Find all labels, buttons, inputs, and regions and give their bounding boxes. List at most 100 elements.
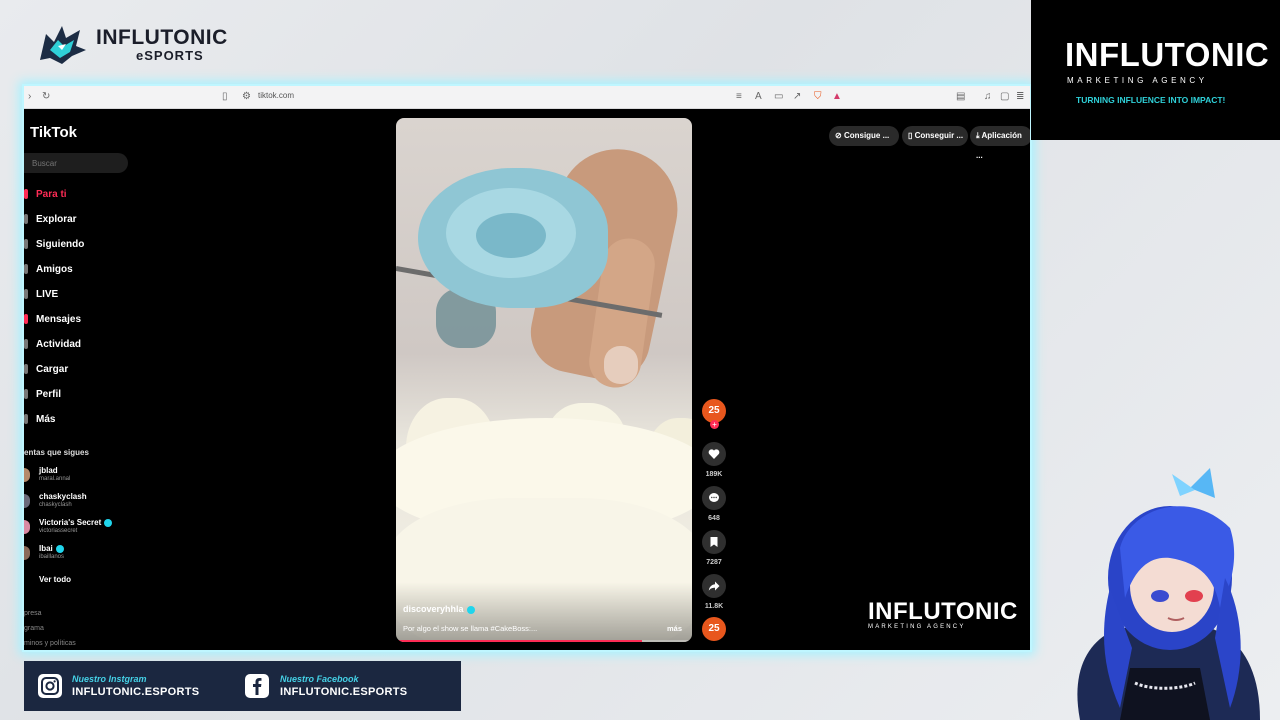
brave-shield-icon[interactable]: ⛉: [814, 91, 822, 103]
nav-item-actividad[interactable]: Actividad: [24, 338, 184, 358]
comment-icon: [709, 493, 719, 502]
share-arrow-icon: [708, 581, 720, 591]
facebook-icon: [245, 674, 269, 698]
media-icon[interactable]: ♫: [984, 91, 992, 103]
footer-link[interactable]: grama: [24, 625, 44, 632]
agency-title: INFLUTONIC: [1065, 36, 1270, 73]
nav-item-cargar[interactable]: Cargar: [24, 363, 184, 383]
address-bar[interactable]: tiktok.com: [258, 91, 294, 100]
sound-label: 25: [708, 623, 720, 634]
nav-item-para-ti[interactable]: Para ti: [24, 188, 184, 208]
nav-label: Perfil: [36, 389, 62, 400]
browser-window: › ↻ ▯ ⚙ tiktok.com ≡ A ▭ ↗ ⛉ ▲ ▤ ♫ ▢ ≣ T…: [22, 84, 1032, 652]
tiktok-logo[interactable]: TikTok: [30, 124, 77, 141]
rewards-icon[interactable]: ▲: [832, 91, 842, 103]
account-handle: maral.annal: [39, 476, 71, 482]
translate-icon[interactable]: A: [755, 91, 762, 103]
like-button[interactable]: [702, 442, 726, 466]
following-account[interactable]: Victoria's Secret victoriassecret: [24, 518, 174, 542]
nav-item-mas[interactable]: Más: [24, 413, 184, 433]
account-name: Ibai: [39, 544, 53, 553]
watermark-title: INFLUTONIC: [868, 598, 1018, 625]
save-button[interactable]: [702, 530, 726, 554]
share-button[interactable]: [702, 574, 726, 598]
nav-label: Para ti: [36, 189, 67, 200]
nav-item-amigos[interactable]: Amigos: [24, 263, 184, 283]
wallet-icon[interactable]: ▢: [1000, 91, 1009, 103]
bookmark-icon[interactable]: ▯: [222, 91, 228, 103]
activity-icon: [24, 339, 28, 349]
instagram-handle: INFLUTONIC.ESPORTS: [72, 686, 200, 698]
video-author[interactable]: discoveryhhla: [403, 604, 475, 614]
get-coins-button[interactable]: ⊘ Consigue ...: [829, 126, 899, 146]
video-player[interactable]: discoveryhhla Por algo el show se llama …: [396, 118, 692, 642]
follow-plus-icon[interactable]: +: [710, 420, 719, 429]
nav-label: Explorar: [36, 214, 77, 225]
download-app-button[interactable]: ⤓ Aplicación ...: [970, 126, 1030, 160]
button-label: Consigue ...: [843, 131, 890, 140]
following-account[interactable]: chaskyclash chaskyclash: [24, 492, 174, 516]
profile-icon: [24, 389, 28, 399]
nav-label: Amigos: [36, 264, 73, 275]
account-handle: victoriassecret: [39, 528, 78, 534]
home-icon: [24, 189, 28, 199]
footer-link[interactable]: minos y políticas: [24, 640, 76, 647]
video-progress-bar[interactable]: [396, 640, 692, 642]
video-description: Por algo el show se llama #CakeBoss:...: [403, 624, 538, 633]
nav-item-live[interactable]: LIVE: [24, 288, 184, 308]
nav-item-perfil[interactable]: Perfil: [24, 388, 184, 408]
sound-disc-icon[interactable]: 25: [702, 617, 726, 641]
reload-icon[interactable]: ↻: [42, 91, 50, 103]
nav-label: Siguiendo: [36, 239, 85, 250]
heart-icon: [708, 449, 720, 459]
nav-item-mensajes[interactable]: Mensajes: [24, 313, 184, 333]
agency-tagline: TURNING INFLUENCE INTO IMPACT!: [1076, 95, 1226, 105]
social-links-bar: Nuestro Instgram INFLUTONIC.ESPORTS Nues…: [24, 661, 461, 711]
comment-button[interactable]: [702, 486, 726, 510]
instagram-caption: Nuestro Instgram: [72, 674, 147, 684]
nav-item-explorar[interactable]: Explorar: [24, 213, 184, 233]
reader-mode-icon[interactable]: ≡: [736, 91, 742, 103]
bookmark-icon: [710, 537, 718, 547]
sidebar-toggle-icon[interactable]: ▤: [956, 91, 965, 103]
following-account[interactable]: jblad maral.annal: [24, 466, 174, 490]
account-handle: chaskyclash: [39, 502, 72, 508]
following-accounts-title: entas que sigues: [24, 448, 89, 457]
comment-count: 648: [708, 515, 720, 522]
verified-badge-icon: [466, 605, 475, 614]
more-icon: [24, 414, 28, 424]
more-link[interactable]: más: [667, 624, 682, 633]
footer-link[interactable]: presa: [24, 610, 42, 617]
nav-label: Cargar: [36, 364, 69, 375]
get-app-button[interactable]: ▯ Conseguir ...: [902, 126, 968, 146]
site-settings-icon[interactable]: ⚙: [242, 91, 251, 103]
video-frame-flower-center: [476, 213, 546, 258]
share-count: 11.8K: [704, 603, 724, 610]
video-frame-nail: [604, 346, 638, 384]
button-label: Conseguir ...: [914, 131, 964, 140]
instagram-icon: [38, 674, 62, 698]
see-all-link[interactable]: Ver todo: [39, 575, 71, 584]
following-account[interactable]: Ibai ibaillanos: [24, 544, 174, 568]
facebook-caption: Nuestro Facebook: [280, 674, 359, 684]
influtonic-esports-logo: INFLUTONIC eSPORTS: [36, 20, 227, 66]
forward-icon[interactable]: ›: [28, 91, 31, 103]
influtonic-watermark: INFLUTONIC MARKETING AGENCY: [868, 598, 1018, 630]
menu-icon[interactable]: ≣: [1016, 91, 1024, 103]
share-icon[interactable]: ↗: [793, 91, 801, 103]
account-name: chaskyclash: [39, 492, 87, 501]
button-label: Aplicación ...: [976, 131, 1022, 160]
video-progress-fill: [396, 640, 642, 642]
nav-label: LIVE: [36, 289, 59, 300]
search-box[interactable]: [24, 153, 128, 173]
account-name: Victoria's Secret: [39, 518, 102, 527]
search-input[interactable]: [24, 155, 120, 172]
cast-icon[interactable]: ▭: [774, 91, 783, 103]
avatar-label: 25: [708, 405, 720, 416]
compass-icon: [24, 214, 28, 224]
account-handle: ibaillanos: [39, 554, 65, 560]
nav-item-siguiendo[interactable]: Siguiendo: [24, 238, 184, 258]
esports-logo-subtitle: eSPORTS: [136, 48, 204, 63]
agency-subtitle: MARKETING AGENCY: [1067, 76, 1208, 85]
avatar: [24, 520, 30, 534]
